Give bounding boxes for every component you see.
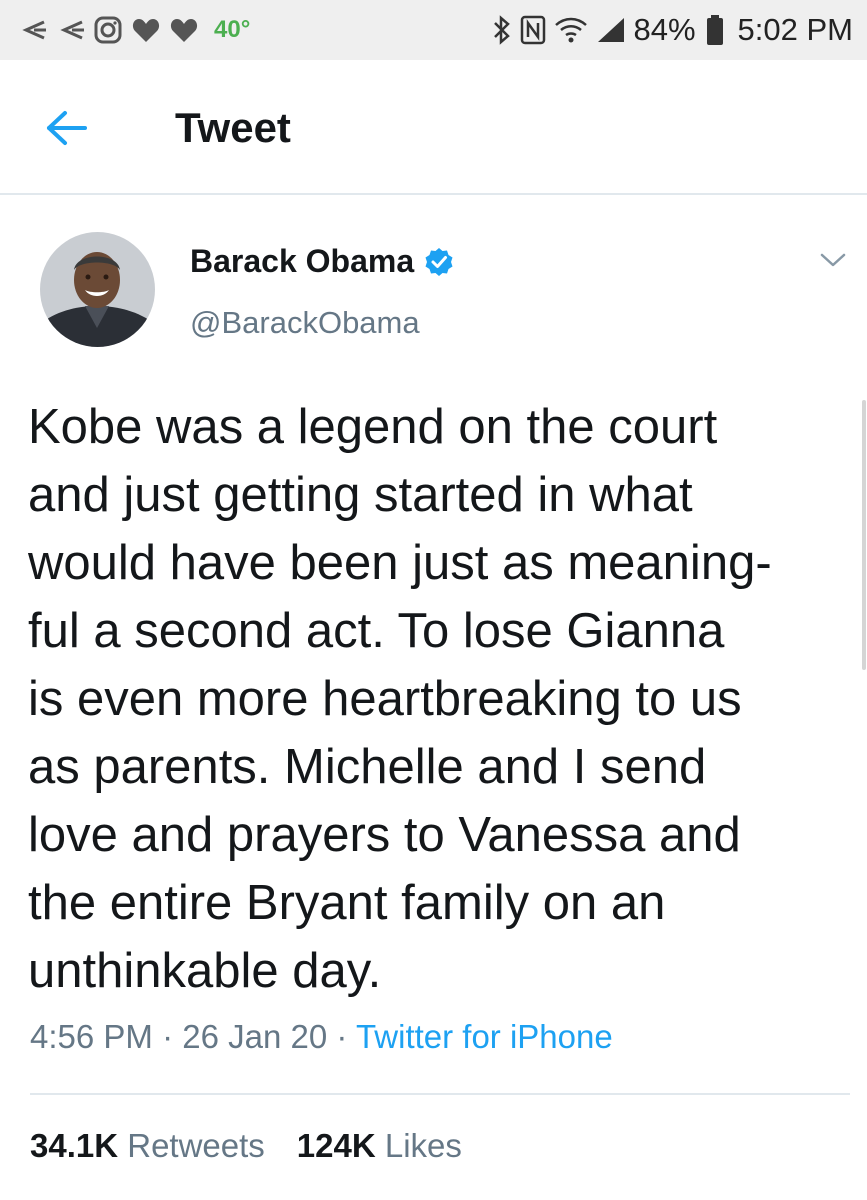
tweet-stats: 34.1K Retweets 124K Likes <box>30 1127 462 1165</box>
tweet-text-line: unthinkable day. <box>28 944 382 998</box>
author-name-row[interactable]: Barack Obama <box>190 243 454 280</box>
meta-separator: · <box>152 1018 183 1055</box>
heart-icon <box>132 17 160 43</box>
scrollbar[interactable] <box>862 400 866 670</box>
status-bar: 40° 84% 5:02 PM <box>0 0 867 60</box>
arrow-icon <box>18 18 46 42</box>
wifi-icon <box>554 16 588 44</box>
retweets-link[interactable]: 34.1K Retweets <box>30 1127 265 1164</box>
tweet-text-line: ful a second act. To lose Gianna <box>28 604 725 658</box>
tweet-date: 26 Jan 20 <box>182 1018 328 1055</box>
bluetooth-icon <box>492 15 512 45</box>
tweet-text: Kobe was a legend on the court and just … <box>28 393 848 1005</box>
tweet-header: Tweet <box>0 60 867 195</box>
temperature-text: 40° <box>214 16 251 43</box>
tweet-text-line: would have been just as meaning- <box>28 536 772 590</box>
likes-link[interactable]: 124K Likes <box>297 1127 462 1164</box>
battery-percent: 84% <box>633 12 696 47</box>
likes-label: Likes <box>384 1127 462 1164</box>
more-options-chevron-icon[interactable] <box>818 250 848 270</box>
retweets-count: 34.1K <box>30 1127 119 1164</box>
tweet-meta: 4:56 PM · 26 Jan 20 · Twitter for iPhone <box>30 1018 613 1056</box>
likes-count: 124K <box>296 1127 376 1164</box>
back-button[interactable] <box>44 108 88 148</box>
status-time: 5:02 PM <box>737 12 853 47</box>
heart-icon <box>170 17 198 43</box>
avatar[interactable] <box>40 232 155 347</box>
tweet-text-line: is even more heartbreaking to us <box>28 672 742 726</box>
arrow-icon <box>56 18 84 42</box>
signal-icon <box>596 16 626 44</box>
tweet-text-line: the entire Bryant family on an <box>28 876 666 930</box>
verified-badge-icon <box>424 247 454 277</box>
tweet-source-link[interactable]: Twitter for iPhone <box>356 1018 613 1055</box>
page-title: Tweet <box>175 104 291 151</box>
retweets-label: Retweets <box>127 1127 265 1164</box>
tweet-text-line: Kobe was a legend on the court <box>28 400 718 454</box>
tweet-text-line: love and prayers to Vanessa and <box>28 808 741 862</box>
status-right: 84% 5:02 PM <box>492 12 853 48</box>
instagram-icon <box>94 16 122 44</box>
author-name[interactable]: Barack Obama <box>190 243 414 280</box>
divider <box>30 1093 850 1095</box>
author-handle[interactable]: @BarackObama <box>190 305 420 341</box>
tweet-text-line: and just getting started in what <box>28 468 693 522</box>
tweet-text-line: as parents. Michelle and I send <box>28 740 707 794</box>
back-arrow-icon <box>47 111 87 145</box>
nfc-icon <box>520 15 546 45</box>
meta-separator: · <box>327 1018 356 1055</box>
tweet-time: 4:56 PM <box>30 1018 153 1055</box>
battery-icon <box>706 14 724 46</box>
status-left: 40° <box>18 16 250 44</box>
